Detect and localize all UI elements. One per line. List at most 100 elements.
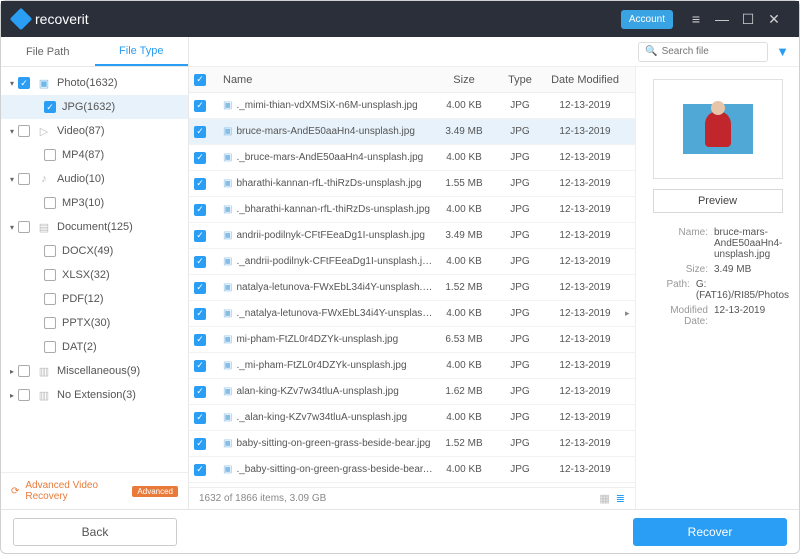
preview-button[interactable]: Preview (653, 189, 783, 213)
caret-icon[interactable]: ▾ (7, 175, 17, 184)
thumbnail (683, 104, 753, 154)
caret-icon[interactable]: ▸ (7, 367, 17, 376)
table-row[interactable]: ▣._mi-pham-FtZL0r4DZYk-unsplash.jpg4.00 … (189, 353, 635, 379)
caret-icon[interactable]: ▸ (7, 391, 17, 400)
row-checkbox[interactable] (194, 438, 206, 450)
tree-checkbox[interactable] (44, 197, 56, 209)
account-button[interactable]: Account (621, 10, 673, 29)
tree-item[interactable]: MP3(10) (1, 191, 188, 215)
col-name[interactable]: Name (217, 74, 433, 86)
tree-checkbox[interactable] (18, 389, 30, 401)
search-box[interactable]: 🔍 (638, 42, 768, 62)
col-type[interactable]: Type (495, 74, 545, 86)
tree-item[interactable]: DAT(2) (1, 335, 188, 359)
context-caret-icon[interactable]: ▸ (625, 308, 635, 319)
caret-icon[interactable]: ▾ (7, 79, 17, 88)
table-row[interactable]: ▣natalya-letunova-FWxEbL34i4Y-unsplash.j… (189, 275, 635, 301)
image-icon: ▣ (223, 100, 232, 111)
filter-icon[interactable]: ▼ (776, 44, 789, 59)
minimize-icon[interactable]: — (709, 11, 735, 27)
row-checkbox[interactable] (194, 412, 206, 424)
tree-item[interactable]: PDF(12) (1, 287, 188, 311)
tree-checkbox[interactable] (18, 125, 30, 137)
table-row[interactable]: ▣baby-sitting-on-green-grass-beside-bear… (189, 431, 635, 457)
back-button[interactable]: Back (13, 518, 177, 546)
table-row[interactable]: ▣._mimi-thian-vdXMSiX-n6M-unsplash.jpg4.… (189, 93, 635, 119)
caret-icon[interactable]: ▾ (7, 127, 17, 136)
row-checkbox[interactable] (194, 178, 206, 190)
table-row[interactable]: ▣._alan-king-KZv7w34tluA-unsplash.jpg4.0… (189, 405, 635, 431)
col-size[interactable]: Size (433, 74, 495, 86)
tree-item[interactable]: ▸▥Miscellaneous(9) (1, 359, 188, 383)
tree-checkbox[interactable] (18, 77, 30, 89)
row-checkbox[interactable] (194, 204, 206, 216)
close-icon[interactable]: ✕ (761, 11, 787, 28)
table-row[interactable]: ▣andrii-podilnyk-CFtFEeaDg1I-unsplash.jp… (189, 223, 635, 249)
tree-item[interactable]: ▾▤Document(125) (1, 215, 188, 239)
table-row[interactable]: ▣._andrii-podilnyk-CFtFEeaDg1I-unsplash.… (189, 249, 635, 275)
audio-icon: ♪ (36, 172, 52, 186)
list-view-icon[interactable]: ≣ (616, 492, 625, 505)
grid-view-icon[interactable]: ▦ (599, 492, 609, 505)
tree-label: Audio(10) (57, 173, 105, 185)
list-body[interactable]: ▣._mimi-thian-vdXMSiX-n6M-unsplash.jpg4.… (189, 93, 635, 487)
file-name: ._natalya-letunova-FWxEbL34i4Y-unsplash.… (236, 308, 433, 319)
tree-item[interactable]: DOCX(49) (1, 239, 188, 263)
tree-item[interactable]: MP4(87) (1, 143, 188, 167)
row-checkbox[interactable] (194, 360, 206, 372)
tree-checkbox[interactable] (18, 221, 30, 233)
tree-checkbox[interactable] (44, 149, 56, 161)
row-checkbox[interactable] (194, 126, 206, 138)
recover-button[interactable]: Recover (633, 518, 787, 546)
tab-file-path[interactable]: File Path (1, 37, 95, 66)
tree-label: MP3(10) (62, 197, 104, 209)
tree-checkbox[interactable] (44, 293, 56, 305)
tree-checkbox[interactable] (44, 101, 56, 113)
tree-item[interactable]: ▾ ♪ Audio(10) (1, 167, 188, 191)
tree-checkbox[interactable] (18, 173, 30, 185)
row-checkbox[interactable] (194, 334, 206, 346)
tree-checkbox[interactable] (44, 341, 56, 353)
menu-icon[interactable]: ≡ (683, 11, 709, 27)
table-row[interactable]: ▣._bruce-mars-AndE50aaHn4-unsplash.jpg4.… (189, 145, 635, 171)
table-row[interactable]: ▣bharathi-kannan-rfL-thiRzDs-unsplash.jp… (189, 171, 635, 197)
row-checkbox[interactable] (194, 230, 206, 242)
table-row[interactable]: ▣._natalya-letunova-FWxEbL34i4Y-unsplash… (189, 301, 635, 327)
table-row[interactable]: ▣alan-king-KZv7w34tluA-unsplash.jpg1.62 … (189, 379, 635, 405)
tree-item[interactable]: PPTX(30) (1, 311, 188, 335)
advanced-video-recovery[interactable]: ⟳ Advanced Video Recovery Advanced (1, 472, 188, 509)
row-checkbox[interactable] (194, 152, 206, 164)
file-type: JPG (495, 412, 545, 423)
avr-badge: Advanced (132, 486, 178, 497)
tree[interactable]: ▾▣Photo(1632)JPG(1632)▾▷Video(87)MP4(87)… (1, 67, 188, 472)
tree-item[interactable]: ▾▣Photo(1632) (1, 71, 188, 95)
row-checkbox[interactable] (194, 464, 206, 476)
row-checkbox[interactable] (194, 100, 206, 112)
row-checkbox[interactable] (194, 282, 206, 294)
search-input[interactable] (662, 46, 762, 57)
file-date: 12-13-2019 (545, 464, 625, 475)
caret-icon[interactable]: ▾ (7, 223, 17, 232)
row-checkbox[interactable] (194, 256, 206, 268)
logo-icon (10, 8, 33, 31)
tree-checkbox[interactable] (18, 365, 30, 377)
file-size: 4.00 KB (433, 152, 495, 163)
tree-checkbox[interactable] (44, 245, 56, 257)
tree-checkbox[interactable] (44, 269, 56, 281)
row-checkbox[interactable] (194, 386, 206, 398)
tab-file-type[interactable]: File Type (95, 37, 189, 66)
table-row[interactable]: ▣bruce-mars-AndE50aaHn4-unsplash.jpg3.49… (189, 119, 635, 145)
row-checkbox[interactable] (194, 308, 206, 320)
table-row[interactable]: ▣._bharathi-kannan-rfL-thiRzDs-unsplash.… (189, 197, 635, 223)
table-row[interactable]: ▣._baby-sitting-on-green-grass-beside-be… (189, 457, 635, 483)
tree-item[interactable]: JPG(1632) (1, 95, 188, 119)
col-date[interactable]: Date Modified (545, 74, 625, 86)
select-all-checkbox[interactable] (194, 74, 206, 86)
tree-checkbox[interactable] (44, 317, 56, 329)
maximize-icon[interactable]: ☐ (735, 11, 761, 28)
tree-item[interactable]: ▸▥No Extension(3) (1, 383, 188, 407)
tree-item[interactable]: XLSX(32) (1, 263, 188, 287)
table-row[interactable]: ▣mi-pham-FtZL0r4DZYk-unsplash.jpg6.53 MB… (189, 327, 635, 353)
tree-item[interactable]: ▾▷Video(87) (1, 119, 188, 143)
sidebar: File Path File Type ▾▣Photo(1632)JPG(163… (1, 37, 189, 509)
